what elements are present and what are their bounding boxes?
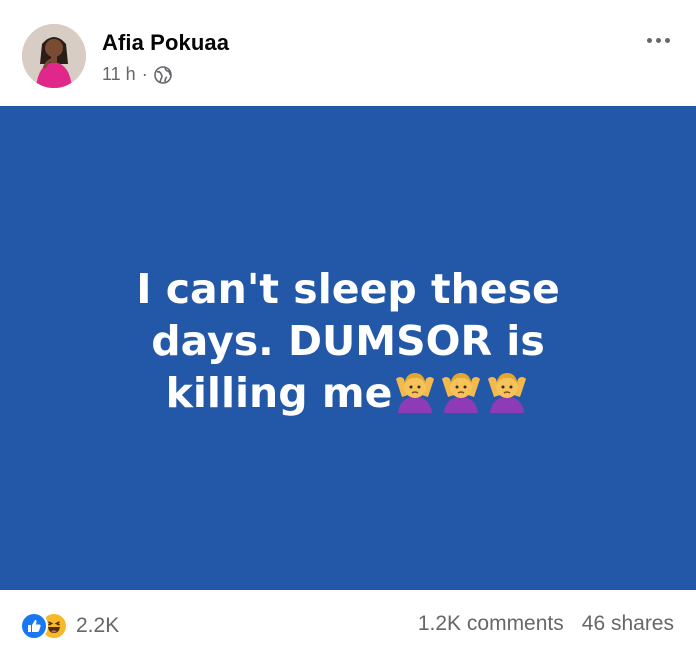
more-options-button[interactable] xyxy=(642,24,674,56)
post-text-line: days. DUMSOR is xyxy=(151,317,545,365)
meta-separator: · xyxy=(141,64,148,84)
post-stats: 1.2K comments 46 shares xyxy=(418,612,674,636)
post-text-line: I can't sleep these xyxy=(136,265,560,313)
post-content[interactable]: I can't sleep these days. DUMSOR is kill… xyxy=(0,106,696,590)
post-text-line: killing me xyxy=(165,369,393,417)
comments-count[interactable]: 1.2K comments xyxy=(418,612,564,636)
post-footer: 2.2K 1.2K comments 46 shares xyxy=(0,590,696,658)
like-icon xyxy=(20,612,48,640)
reactions-summary[interactable]: 2.2K xyxy=(20,612,119,640)
shares-count[interactable]: 46 shares xyxy=(582,612,674,636)
globe-icon[interactable] xyxy=(153,65,172,84)
more-horizontal-icon xyxy=(646,37,652,43)
post-meta: 11 h · xyxy=(102,64,172,85)
author-name[interactable]: Afia Pokuaa xyxy=(102,30,229,56)
person-gesturing-no-icon xyxy=(438,367,484,413)
timestamp[interactable]: 11 h xyxy=(102,64,136,85)
reaction-count[interactable]: 2.2K xyxy=(76,614,119,638)
post-text: I can't sleep these days. DUMSOR is kill… xyxy=(108,263,588,419)
post-header: Afia Pokuaa 11 h · xyxy=(0,0,696,106)
person-gesturing-no-icon xyxy=(484,367,530,413)
person-gesturing-no-icon xyxy=(392,367,438,413)
avatar[interactable] xyxy=(22,24,86,88)
